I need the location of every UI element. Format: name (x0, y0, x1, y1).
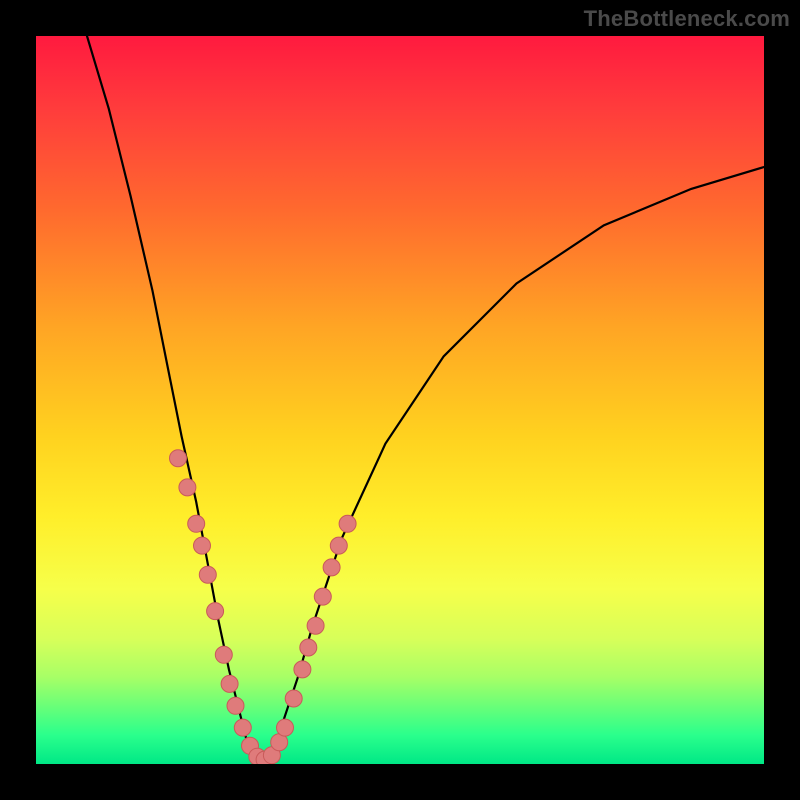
data-point (215, 646, 232, 663)
plot-area (36, 36, 764, 764)
data-point (188, 515, 205, 532)
data-points (170, 450, 357, 764)
data-point (330, 537, 347, 554)
data-point (307, 617, 324, 634)
data-point (323, 559, 340, 576)
data-point (179, 479, 196, 496)
curve-svg (36, 36, 764, 764)
data-point (207, 603, 224, 620)
data-point (277, 719, 294, 736)
bottleneck-curve (87, 36, 764, 760)
data-point (300, 639, 317, 656)
data-point (170, 450, 187, 467)
data-point (314, 588, 331, 605)
data-point (194, 537, 211, 554)
data-point (227, 697, 244, 714)
data-point (285, 690, 302, 707)
data-point (221, 675, 238, 692)
chart-frame: TheBottleneck.com (0, 0, 800, 800)
data-point (339, 515, 356, 532)
data-point (294, 661, 311, 678)
watermark-text: TheBottleneck.com (584, 6, 790, 32)
data-point (234, 719, 251, 736)
data-point (199, 566, 216, 583)
